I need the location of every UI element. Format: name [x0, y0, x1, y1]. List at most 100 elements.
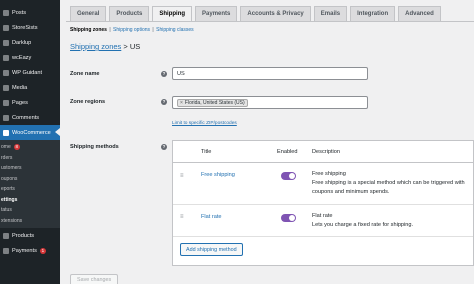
- help-icon[interactable]: ?: [161, 71, 167, 77]
- tab-emails[interactable]: Emails: [313, 6, 348, 21]
- table-row: ≡ Flat rate Flat rate Lets you charge a …: [173, 213, 473, 235]
- submenu-label: oupons: [1, 175, 18, 182]
- compass-icon: [3, 69, 9, 76]
- method-desc-title: Free shipping: [312, 171, 346, 177]
- zone-regions-label: Zone regions: [70, 99, 106, 105]
- tab-accounts-privacy[interactable]: Accounts & Privacy: [240, 6, 311, 21]
- submenu-item-settings[interactable]: ettings: [0, 195, 60, 206]
- method-desc-text: Lets you charge a fixed rate for shippin…: [312, 222, 414, 228]
- drag-handle-icon[interactable]: ≡: [180, 214, 184, 220]
- method-title-link[interactable]: Free shipping: [201, 172, 235, 178]
- tab-payments[interactable]: Payments: [195, 6, 238, 21]
- submenu-label: ettings: [1, 196, 18, 203]
- zone-regions-select[interactable]: × Florida, United States (US): [172, 96, 368, 109]
- save-changes-button[interactable]: Save changes: [70, 274, 119, 284]
- section-shipping-options[interactable]: Shipping options: [113, 27, 150, 33]
- column-enabled: Enabled: [277, 149, 298, 155]
- woocommerce-submenu: ome 8 rders ustomers oupons eports etting…: [0, 140, 60, 228]
- limit-postcodes-link[interactable]: Limit to specific ZIP/postcodes: [172, 121, 237, 126]
- enabled-toggle[interactable]: [281, 214, 296, 222]
- help-icon[interactable]: ?: [161, 99, 167, 105]
- sidebar-item-label: wcEazy: [12, 54, 32, 61]
- submenu-label: eports: [1, 186, 15, 193]
- sidebar-item-label: WP Guidant: [12, 69, 43, 76]
- sidebar-item-label: Comments: [12, 114, 40, 121]
- admin-sidebar: Posts StoreSists Darklup wcEazy WP Guida…: [0, 0, 60, 284]
- submenu-item-extensions[interactable]: xtensions: [0, 216, 60, 227]
- submenu-label: ustomers: [1, 165, 22, 172]
- submenu-label: tatus: [1, 207, 12, 214]
- table-header: Title Enabled Description: [173, 141, 473, 163]
- section-separator: |: [152, 27, 154, 33]
- add-shipping-method-button[interactable]: Add shipping method: [180, 243, 243, 256]
- sidebar-item-payments[interactable]: Payments 1: [0, 243, 60, 258]
- shipping-methods-label: Shipping methods: [70, 144, 119, 150]
- remove-chip-icon[interactable]: ×: [180, 100, 183, 106]
- region-chip: × Florida, United States (US): [177, 98, 248, 107]
- section-separator: |: [109, 27, 111, 33]
- sidebar-item-pages[interactable]: Pages: [0, 95, 60, 110]
- column-description: Description: [312, 149, 340, 155]
- store-icon: [3, 24, 9, 31]
- page-title: Shipping zones > US: [70, 42, 140, 51]
- submenu-item-reports[interactable]: eports: [0, 184, 60, 195]
- zone-name-input[interactable]: US: [172, 67, 368, 80]
- shipping-sections-nav: Shipping zones | Shipping options | Ship…: [70, 27, 194, 33]
- help-icon[interactable]: ?: [161, 144, 167, 150]
- breadcrumb-separator: >: [121, 42, 130, 51]
- tab-integration[interactable]: Integration: [350, 6, 396, 21]
- drag-handle-icon[interactable]: ≡: [180, 173, 184, 179]
- method-desc-title: Flat rate: [312, 213, 333, 219]
- submenu-label: ome: [1, 144, 11, 151]
- sidebar-item-wceazy[interactable]: wcEazy: [0, 50, 60, 65]
- region-chip-label: Florida, United States (US): [184, 99, 245, 106]
- zone-name-label: Zone name: [70, 71, 100, 77]
- submenu-item-customers[interactable]: ustomers: [0, 163, 60, 174]
- notification-badge: 1: [39, 247, 46, 254]
- sidebar-item-label: Products: [12, 232, 35, 239]
- page-icon: [3, 99, 9, 106]
- enabled-toggle[interactable]: [281, 172, 296, 180]
- tab-advanced[interactable]: Advanced: [398, 6, 441, 21]
- sidebar-item-woocommerce[interactable]: WooCommerce: [0, 125, 60, 140]
- method-description: Flat rate Lets you charge a fixed rate f…: [312, 212, 474, 230]
- tab-divider: [66, 21, 474, 22]
- submenu-item-home[interactable]: ome 8: [0, 142, 60, 153]
- breadcrumb-shipping-zones-link[interactable]: Shipping zones: [70, 42, 121, 51]
- sidebar-item-label: StoreSists: [12, 24, 38, 31]
- tab-products[interactable]: Products: [109, 6, 150, 21]
- sidebar-item-label: Posts: [12, 9, 26, 16]
- sidebar-item-comments[interactable]: Comments: [0, 110, 60, 125]
- sidebar-item-label: Darklup: [12, 39, 32, 46]
- sidebar-item-label: Media: [12, 84, 28, 91]
- submenu-item-orders[interactable]: rders: [0, 153, 60, 164]
- row-divider: [173, 236, 473, 237]
- zone-title: US: [129, 42, 141, 51]
- comment-icon: [3, 114, 9, 121]
- sidebar-item-media[interactable]: Media: [0, 80, 60, 95]
- table-row: ≡ Free shipping Free shipping Free shipp…: [173, 171, 473, 211]
- sidebar-item-products[interactable]: Products: [0, 228, 60, 243]
- tab-general[interactable]: General: [70, 6, 107, 21]
- sidebar-item-wp-guidant[interactable]: WP Guidant: [0, 65, 60, 80]
- box-icon: [3, 232, 9, 239]
- section-shipping-classes[interactable]: Shipping classes: [156, 27, 194, 33]
- method-title-link[interactable]: Flat rate: [201, 214, 222, 220]
- sidebar-item-storesists[interactable]: StoreSists: [0, 20, 60, 35]
- method-description: Free shipping Free shipping is a special…: [312, 170, 474, 197]
- gear-icon: [3, 54, 9, 61]
- row-divider: [173, 204, 473, 205]
- sidebar-item-darklup[interactable]: Darklup: [0, 35, 60, 50]
- sidebar-item-label: Payments: [12, 247, 37, 254]
- settings-tabs: General Products Shipping Payments Accou…: [70, 6, 444, 21]
- sidebar-item-posts[interactable]: Posts: [0, 5, 60, 20]
- section-shipping-zones[interactable]: Shipping zones: [70, 27, 107, 33]
- submenu-label: rders: [1, 154, 13, 161]
- sidebar-item-label: WooCommerce: [12, 129, 51, 136]
- submenu-item-status[interactable]: tatus: [0, 205, 60, 216]
- column-title: Title: [201, 149, 212, 155]
- pushpin-icon: [3, 9, 9, 16]
- tab-shipping[interactable]: Shipping: [152, 6, 193, 21]
- submenu-item-coupons[interactable]: oupons: [0, 174, 60, 185]
- zone-name-value: US: [177, 70, 185, 77]
